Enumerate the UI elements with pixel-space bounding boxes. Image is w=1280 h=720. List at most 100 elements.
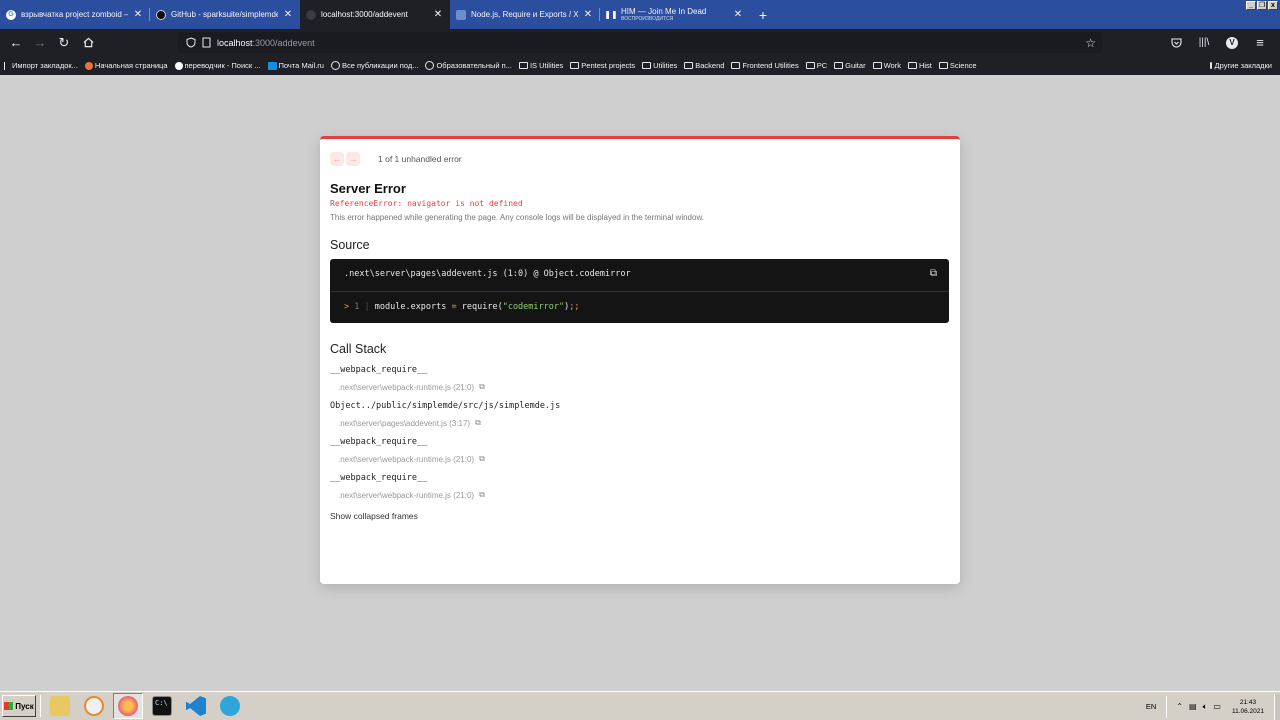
tab-title: localhost:3000/addevent xyxy=(321,10,408,19)
next-error-button[interactable]: → xyxy=(346,152,360,166)
bookmark-publications[interactable]: Все публикации под... xyxy=(330,61,418,70)
tab-2[interactable]: GitHub - sparksuite/simplemde-ma ✕ xyxy=(150,0,300,29)
show-hidden-icons-icon[interactable]: ⌃ xyxy=(1176,702,1183,711)
taskbar-app-terminal[interactable]: C:\ xyxy=(147,693,177,719)
reload-button[interactable]: ↻ xyxy=(52,31,76,55)
volume-icon[interactable]: 🔈︎ xyxy=(1203,702,1208,712)
show-collapsed-frames-button[interactable]: Show collapsed frames xyxy=(330,511,950,521)
globe-icon xyxy=(306,9,316,20)
home-button[interactable] xyxy=(76,31,100,55)
telegram-icon xyxy=(220,696,240,716)
frame-location[interactable]: .next\server\webpack-runtime.js (21:0) ⧉ xyxy=(338,382,950,392)
vscode-icon xyxy=(186,696,206,716)
folder-icon xyxy=(907,62,917,69)
home-icon xyxy=(83,37,93,48)
close-icon[interactable]: ✕ xyxy=(432,9,444,20)
bookmark-education[interactable]: Образовательный п... xyxy=(425,61,512,70)
library-button[interactable]: |||\ xyxy=(1192,31,1216,55)
frame-location[interactable]: .next\server\pages\addevent.js (3:17) ⧉ xyxy=(338,418,950,428)
folder-icon xyxy=(872,62,882,69)
url-path: :3000/addevent xyxy=(252,37,315,48)
open-in-editor-icon[interactable]: ⧉ xyxy=(475,418,481,428)
folder-icon xyxy=(518,62,528,69)
maximize-button[interactable]: ❐ xyxy=(1257,1,1267,10)
bookmark-folder-pc[interactable]: PC xyxy=(805,61,827,70)
tab-1[interactable]: G взрывчатка project zomboid – Go ✕ xyxy=(0,0,150,29)
bookmark-folder-is-utilities[interactable]: IS Utilities xyxy=(518,61,563,70)
open-in-editor-icon[interactable]: ⧉ xyxy=(479,454,485,464)
notification-icon[interactable]: ▭ xyxy=(1213,702,1221,711)
close-icon[interactable]: ✕ xyxy=(132,9,144,20)
open-in-editor-icon[interactable]: ⧉ xyxy=(930,268,937,279)
source-code-line: > 1 | module.exports = require("codemirr… xyxy=(344,302,580,312)
window-controls: _ ❐ x xyxy=(1246,1,1278,10)
error-count: 1 of 1 unhandled error xyxy=(378,154,462,164)
frame-location[interactable]: .next\server\webpack-runtime.js (21:0) ⧉ xyxy=(338,490,950,500)
pocket-button[interactable] xyxy=(1164,31,1188,55)
url-host: localhost xyxy=(217,37,253,48)
google-icon xyxy=(174,61,183,70)
stack-frame: Object../public/simplemde/src/js/simplem… xyxy=(330,401,950,428)
taskbar: Пуск C:\ EN ⌃ ▤ 🔈︎ ▭ 21:43 11.06.2021 xyxy=(0,691,1280,720)
code-string: "codemirror" xyxy=(502,302,565,312)
folder-icon xyxy=(684,62,694,69)
menu-button[interactable]: ≡ xyxy=(1248,31,1272,55)
tab-3[interactable]: localhost:3000/addevent ✕ xyxy=(300,0,450,29)
new-tab-button[interactable]: + xyxy=(750,0,776,29)
taskbar-app-media[interactable] xyxy=(79,693,109,719)
minimize-button[interactable]: _ xyxy=(1246,1,1256,10)
line-number: 1 xyxy=(354,302,360,312)
bookmark-translator[interactable]: переводчик - Поиск ... xyxy=(174,61,261,70)
code-token: ;; xyxy=(569,302,580,312)
frame-function: __webpack_require__ xyxy=(330,437,428,447)
error-message: ReferenceError: navigator is not defined xyxy=(330,199,523,208)
tab-title: GitHub - sparksuite/simplemde-ma xyxy=(171,10,278,19)
taskbar-app-firefox[interactable] xyxy=(113,693,143,719)
close-window-button[interactable]: x xyxy=(1268,1,1278,10)
taskbar-app-vscode[interactable] xyxy=(181,693,211,719)
bookmark-folder-work[interactable]: Work xyxy=(872,61,901,70)
language-indicator[interactable]: EN xyxy=(1146,702,1156,711)
bookmark-mail[interactable]: Почта Mail.ru xyxy=(267,61,324,70)
tab-5[interactable]: ❚❚ HIM — Join Me In Dead ВОСПРОИЗВОДИТСЯ… xyxy=(600,0,750,29)
close-icon[interactable]: ✕ xyxy=(282,9,294,20)
bookmark-folder-frontend[interactable]: Frontend Utilities xyxy=(731,61,799,70)
previous-error-button[interactable]: ← xyxy=(330,152,344,166)
source-file-path[interactable]: .next\server\pages\addevent.js (1:0) @ O… xyxy=(344,269,631,279)
back-button[interactable]: ← xyxy=(4,31,28,55)
taskbar-app-telegram[interactable] xyxy=(215,693,245,719)
other-bookmarks[interactable]: Другие закладки xyxy=(1209,56,1272,75)
bookmark-folder-backend[interactable]: Backend xyxy=(684,61,724,70)
frame-location[interactable]: .next\server\webpack-runtime.js (21:0) ⧉ xyxy=(338,454,950,464)
close-icon[interactable]: ✕ xyxy=(582,9,594,20)
current-line-marker: > xyxy=(344,302,350,312)
arrow-right-icon: → xyxy=(33,35,47,50)
github-icon xyxy=(156,9,166,20)
forward-button[interactable]: → xyxy=(28,31,52,55)
show-desktop-button[interactable] xyxy=(1274,693,1280,720)
address-bar[interactable]: localhost:3000/addevent ☆ xyxy=(178,32,1102,53)
taskbar-app-explorer[interactable] xyxy=(45,693,75,719)
frame-function: __webpack_require__ xyxy=(330,473,428,483)
system-tray: EN ⌃ ▤ 🔈︎ ▭ 21:43 11.06.2021 xyxy=(1146,692,1280,720)
tab-4[interactable]: Node.js, Require и Exports / Хабр ✕ xyxy=(450,0,600,29)
bookmark-folder-guitar[interactable]: Guitar xyxy=(834,61,866,70)
clock[interactable]: 21:43 11.06.2021 xyxy=(1232,698,1264,716)
bookmark-folder-utilities[interactable]: Utilities xyxy=(642,61,677,70)
bookmark-start-page[interactable]: Начальная страница xyxy=(84,61,168,70)
bookmark-folder-pentest[interactable]: Pentest projects xyxy=(570,61,635,70)
bookmark-folder-hist[interactable]: Hist xyxy=(907,61,932,70)
bookmark-folder-science[interactable]: Science xyxy=(938,61,977,70)
bookmark-import[interactable]: Импорт закладок... xyxy=(4,61,78,70)
start-button[interactable]: Пуск xyxy=(2,695,36,717)
network-icon[interactable]: ▤ xyxy=(1189,702,1197,711)
shield-icon xyxy=(186,37,196,48)
mail-icon xyxy=(267,61,277,70)
globe-icon xyxy=(425,61,435,70)
close-icon[interactable]: ✕ xyxy=(732,9,744,20)
open-in-editor-icon[interactable]: ⧉ xyxy=(479,382,485,392)
open-in-editor-icon[interactable]: ⧉ xyxy=(479,490,485,500)
vpn-button[interactable]: V xyxy=(1220,31,1244,55)
media-player-icon xyxy=(84,696,104,716)
bookmark-star-icon[interactable]: ☆ xyxy=(1085,36,1096,50)
